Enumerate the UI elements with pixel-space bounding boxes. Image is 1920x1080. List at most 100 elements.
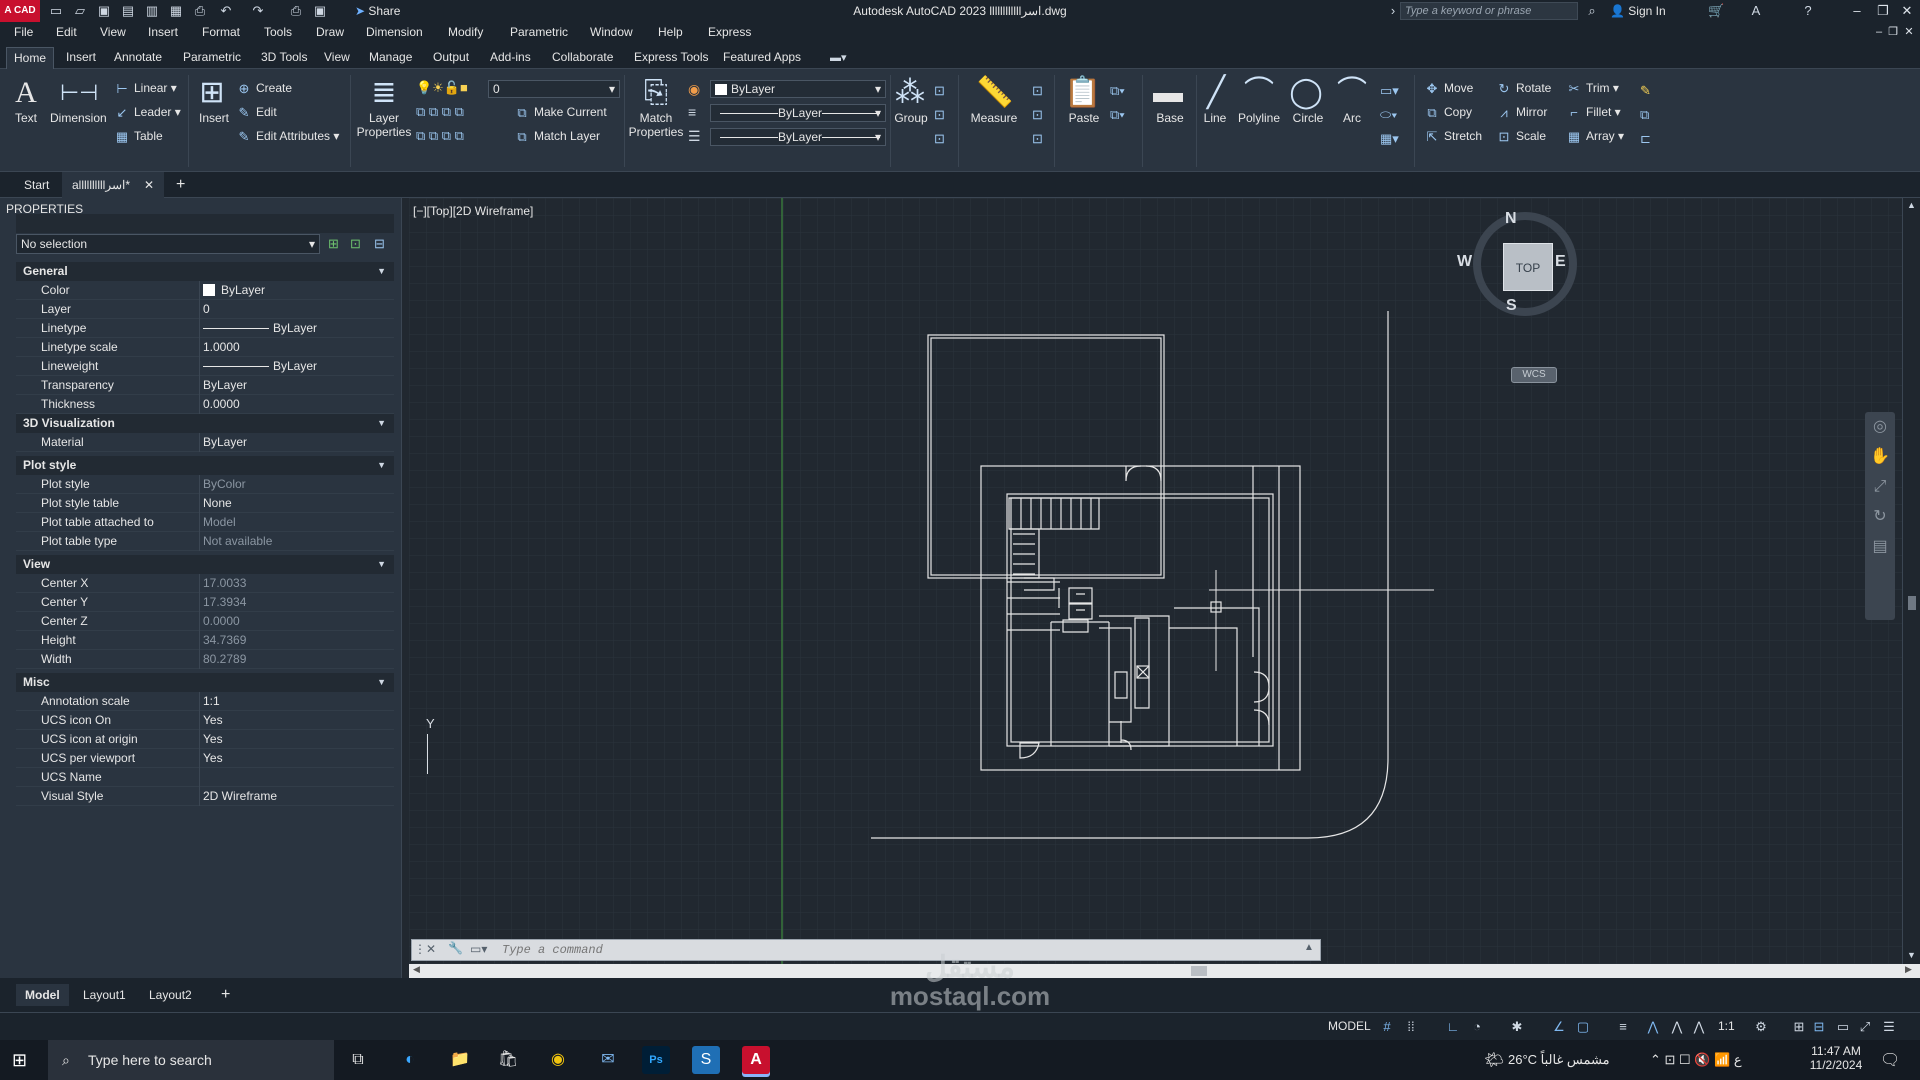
photoshop-icon[interactable]: Ps [642, 1046, 670, 1074]
menu-file[interactable]: File [14, 22, 33, 43]
section-misc-header[interactable]: Misc ▼ [16, 673, 394, 692]
layer-properties-button[interactable]: ≣ Layer Properties [356, 75, 412, 139]
text-button[interactable]: A Text [8, 75, 44, 125]
menu-edit[interactable]: Edit [56, 22, 77, 43]
horizontal-scroll-thumb[interactable] [1191, 966, 1207, 976]
tab-manage[interactable]: Manage [362, 47, 419, 69]
zoom-extents-icon[interactable]: ⤢ [1865, 472, 1895, 502]
recent-commands-icon[interactable]: ▭▾ [470, 942, 487, 956]
scroll-down-icon[interactable]: ▼ [1907, 950, 1916, 960]
snap-icon[interactable]: ⁞⁞ [1402, 1018, 1420, 1036]
scale-button[interactable]: ⊡ Scale [1496, 126, 1546, 146]
polar-tracking-icon[interactable]: ◔ [1468, 1018, 1486, 1036]
line-button[interactable]: ╱ Line [1198, 75, 1232, 125]
chrome-icon[interactable]: ◉ [544, 1046, 572, 1074]
menu-help[interactable]: Help [658, 22, 683, 43]
prop-row-center-y[interactable]: Center Y 17.3934 [16, 593, 394, 612]
expand-arrow-icon[interactable]: › [1385, 3, 1401, 19]
viewport-controls-label[interactable]: [−][Top][2D Wireframe] [413, 204, 533, 218]
app-logo[interactable]: A CAD [0, 0, 40, 22]
grid-icon[interactable]: # [1378, 1018, 1396, 1036]
compass-south[interactable]: S [1506, 297, 1517, 315]
weather-icon[interactable]: 🌤 [1484, 1050, 1504, 1070]
prop-row-layer[interactable]: Layer 0 [16, 300, 394, 319]
close-icon[interactable]: ✕ [1894, 0, 1920, 22]
help-icon[interactable]: ? [1800, 3, 1816, 19]
prop-row-plot-table-attached[interactable]: Plot table attached to Model [16, 513, 394, 532]
stretch-button[interactable]: ⇱ Stretch [1424, 126, 1482, 146]
autocad-taskbar-icon[interactable]: A [742, 1046, 770, 1074]
select-objects-icon[interactable]: ⊡ [350, 236, 361, 252]
layer-state-icons[interactable]: 💡☀🔓■ [416, 80, 468, 96]
section-general[interactable] [16, 214, 394, 233]
isodraft-icon[interactable]: ✱ [1508, 1018, 1526, 1036]
minimize-icon[interactable]: – [1844, 0, 1870, 22]
annotation-scale-value[interactable]: 1:1 [1718, 1019, 1735, 1033]
clock[interactable]: 11:47 AM 11/2/2024 [1804, 1044, 1868, 1072]
notifications-icon[interactable]: 🗨 [1880, 1050, 1900, 1070]
open-web-icon[interactable]: ▥ [144, 3, 160, 19]
move-button[interactable]: ✥ Move [1424, 78, 1474, 98]
tab-3d-tools[interactable]: 3D Tools [254, 47, 314, 69]
prop-row-lineweight[interactable]: Lineweight ByLayer [16, 357, 394, 376]
add-layout-icon[interactable]: + [212, 984, 239, 1006]
prop-row-material[interactable]: Material ByLayer [16, 433, 394, 452]
draw-tools[interactable]: ▭▾ ⬭▾ ▦▾ [1380, 79, 1399, 151]
menu-dimension[interactable]: Dimension [366, 22, 423, 43]
plot-icon[interactable]: ⎙ [192, 3, 208, 19]
prop-row-linetype-scale[interactable]: Linetype scale 1.0000 [16, 338, 394, 357]
wcs-menu[interactable]: WCS [1511, 367, 1557, 383]
tab-insert[interactable]: Insert [59, 47, 103, 69]
prop-row-visual-style[interactable]: Visual Style 2D Wireframe [16, 787, 394, 806]
cart-icon[interactable]: 🛒 [1708, 3, 1724, 19]
redo-icon[interactable]: ↷ [250, 3, 266, 19]
quick-properties-icon[interactable]: ⊟ [1810, 1018, 1828, 1036]
steering-wheel-icon[interactable]: ◎ [1865, 412, 1895, 442]
fullscreen-icon[interactable]: ⤢ [1856, 1018, 1874, 1036]
prop-row-linetype[interactable]: Linetype ByLayer [16, 319, 394, 338]
leader-button[interactable]: ↙ Leader ▾ [114, 102, 181, 122]
table-button[interactable]: ▦ Table [114, 126, 163, 146]
tab-output[interactable]: Output [426, 47, 476, 69]
match-properties-button[interactable]: ⎘ Match Properties [628, 75, 684, 139]
utility-tools[interactable]: ⊡ ⊡ ⊡ [1032, 79, 1043, 151]
prop-row-thickness[interactable]: Thickness 0.0000 [16, 395, 394, 414]
circle-button[interactable]: ◯ Circle [1288, 75, 1328, 125]
rotate-button[interactable]: ↻ Rotate [1496, 78, 1552, 98]
tab-featured-apps[interactable]: Featured Apps [716, 47, 808, 69]
edit-attributes-button[interactable]: ✎ Edit Attributes ▾ [236, 126, 340, 146]
tab-model[interactable]: Model [16, 984, 69, 1006]
tab-view[interactable]: View [317, 47, 357, 69]
lineweight-dropdown[interactable]: ByLayer ▾ [710, 128, 886, 146]
tab-collaborate[interactable]: Collaborate [545, 47, 620, 69]
group-tools[interactable]: ⊡ ⊡ ⊡ [934, 79, 945, 151]
new-file-icon[interactable]: ▭ [48, 3, 64, 19]
customize-icon[interactable]: 🔧 [448, 941, 463, 955]
prop-row-plot-style[interactable]: Plot style ByColor [16, 475, 394, 494]
viewcube-top-face[interactable]: TOP [1503, 243, 1553, 291]
menu-window[interactable]: Window [590, 22, 633, 43]
undo-icon[interactable]: ↶ [218, 3, 234, 19]
prop-row-ucs-per-viewport[interactable]: UCS per viewport Yes [16, 749, 394, 768]
compass-west[interactable]: W [1457, 253, 1472, 271]
prop-row-plot-table-type[interactable]: Plot table type Not available [16, 532, 394, 551]
restore-icon[interactable]: ❐ [1870, 0, 1896, 22]
arc-button[interactable]: ⌒ Arc [1334, 75, 1370, 125]
save-icon[interactable]: ▣ [96, 3, 112, 19]
section-plot-style-header[interactable]: Plot style ▼ [16, 456, 394, 475]
ortho-icon[interactable]: ∟ [1444, 1018, 1462, 1036]
vertical-scrollbar[interactable]: ▲ ▼ [1902, 198, 1920, 964]
menu-tools[interactable]: Tools [264, 22, 292, 43]
trim-button[interactable]: ✂ Trim ▾ [1566, 78, 1619, 98]
match-layer-button[interactable]: ⧉ Match Layer [514, 126, 600, 146]
batch-plot-icon[interactable]: ⎙ [288, 3, 304, 19]
task-view-icon[interactable]: ⧉ [344, 1046, 372, 1074]
insert-button[interactable]: ⊞ Insert [194, 75, 234, 125]
prop-row-ucs-icon-origin[interactable]: UCS icon at origin Yes [16, 730, 394, 749]
windows-start-icon[interactable]: ⊞ [12, 1050, 27, 1071]
section-view-header[interactable]: View ▼ [16, 555, 394, 574]
open-folder-icon[interactable]: ▱ [72, 3, 88, 19]
menu-view[interactable]: View [100, 22, 126, 43]
menu-insert[interactable]: Insert [148, 22, 178, 43]
mirror-button[interactable]: ⩘ Mirror [1496, 102, 1547, 122]
